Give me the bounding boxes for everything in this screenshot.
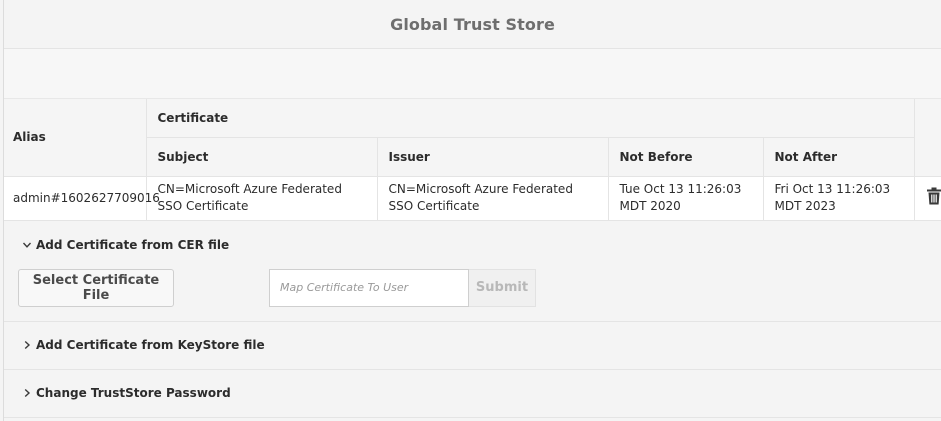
table-row: admin#1602627709016 CN=Microsoft Azure F… — [4, 176, 941, 221]
column-header-not-before: Not Before — [608, 137, 764, 177]
column-header-certificate: Certificate — [146, 99, 915, 138]
column-header-subject: Subject — [146, 137, 378, 177]
cer-file-section-body: Select Certificate File Submit — [4, 268, 941, 321]
column-header-actions — [913, 99, 941, 177]
keystore-file-section-toggle[interactable]: Add Certificate from KeyStore file — [4, 322, 941, 369]
cell-alias: admin#1602627709016 — [4, 176, 160, 221]
cell-issuer: CN=Microsoft Azure Federated SSO Certifi… — [377, 176, 609, 221]
cell-not-after: Fri Oct 13 11:26:03 MDT 2023 — [763, 176, 915, 221]
truststore-password-section-title: Change TrustStore Password — [36, 386, 231, 400]
cell-subject: CN=Microsoft Azure Federated SSO Certifi… — [146, 176, 378, 221]
cer-file-section-title: Add Certificate from CER file — [36, 237, 230, 252]
trash-icon[interactable] — [926, 187, 941, 210]
column-header-issuer: Issuer — [377, 137, 609, 177]
cer-file-section-toggle[interactable]: Add Certificate from CER file — [4, 221, 941, 269]
page-header: Global Trust Store — [4, 0, 941, 49]
keystore-file-section: Add Certificate from KeyStore file — [4, 322, 941, 370]
cell-delete — [914, 176, 941, 221]
select-certificate-file-button[interactable]: Select Certificate File — [18, 268, 174, 307]
certificate-table: Alias Certificate Subject Issuer Not Bef… — [4, 99, 941, 221]
page-title: Global Trust Store — [390, 14, 555, 34]
chevron-down-icon — [20, 238, 34, 252]
cer-file-section: Add Certificate from CER file Select Cer… — [4, 221, 941, 322]
toolbar-area — [4, 49, 941, 99]
column-header-alias: Alias — [4, 99, 147, 177]
trust-store-page: Global Trust Store Alias Certificate Sub… — [3, 0, 941, 421]
submit-button[interactable]: Submit — [469, 268, 536, 307]
truststore-password-section: Change TrustStore Password — [4, 370, 941, 418]
column-header-not-after: Not After — [763, 137, 915, 177]
chevron-right-icon — [20, 338, 34, 352]
cell-not-before: Tue Oct 13 11:26:03 MDT 2020 — [608, 176, 764, 221]
chevron-right-icon — [20, 386, 34, 400]
keystore-file-section-title: Add Certificate from KeyStore file — [36, 338, 265, 352]
map-certificate-to-user-input[interactable] — [269, 268, 469, 307]
truststore-password-section-toggle[interactable]: Change TrustStore Password — [4, 370, 941, 417]
